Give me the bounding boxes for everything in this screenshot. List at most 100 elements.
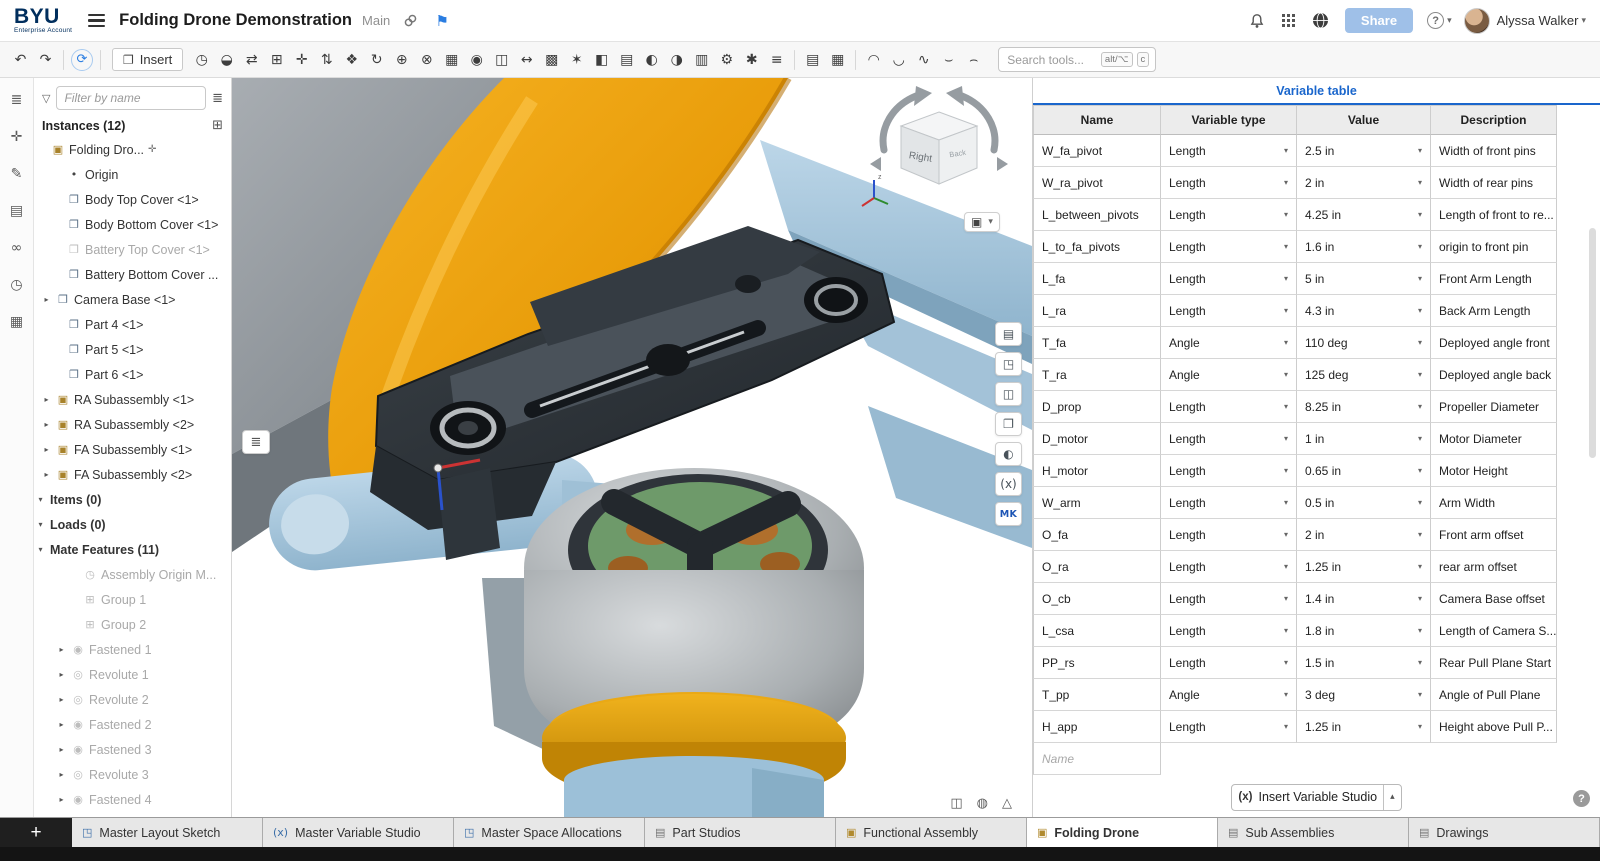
variable-tool-icon[interactable]: (x) — [995, 472, 1022, 496]
type-dropdown-caret-icon[interactable]: ▾ — [1284, 466, 1288, 475]
notes-icon[interactable]: ▤ — [800, 47, 825, 73]
link-icon[interactable] — [398, 9, 422, 33]
list-view-icon[interactable]: ≣ — [212, 91, 223, 106]
tree-chevron-icon[interactable]: ▸ — [41, 445, 52, 454]
tree-item[interactable]: ▸ ◎ Revolute 3 — [34, 762, 231, 787]
tangent-mate-icon[interactable]: ❖ — [339, 47, 364, 73]
parts-list-tool-icon[interactable]: ◳ — [995, 352, 1022, 376]
variable-value-cell[interactable]: 1.8 in ▾ — [1297, 615, 1431, 647]
tree-chevron-icon[interactable]: ▾ — [35, 545, 46, 554]
variable-name-cell[interactable]: W_arm — [1033, 487, 1161, 519]
variable-name-cell[interactable]: D_prop — [1033, 391, 1161, 423]
tree-chevron-icon[interactable]: ▸ — [56, 670, 67, 679]
variable-description-cell[interactable]: Motor Height — [1431, 455, 1557, 487]
variable-name-cell[interactable]: D_motor — [1033, 423, 1161, 455]
type-dropdown-caret-icon[interactable]: ▾ — [1284, 274, 1288, 283]
tree-item[interactable]: ▸ ◎ Revolute 2 — [34, 687, 231, 712]
variable-description-cell[interactable]: Length of Camera S... — [1431, 615, 1557, 647]
document-tab[interactable]: (x) Master Variable Studio — [263, 818, 454, 847]
variable-value-cell[interactable]: 2 in ▾ — [1297, 519, 1431, 551]
tree-item[interactable]: ❐ Part 4 <1> — [34, 312, 231, 337]
variable-description-cell[interactable]: origin to front pin — [1431, 231, 1557, 263]
type-dropdown-caret-icon[interactable]: ▾ — [1284, 178, 1288, 187]
variable-type-cell[interactable]: Length ▾ — [1161, 263, 1297, 295]
value-dropdown-caret-icon[interactable]: ▾ — [1418, 722, 1422, 731]
variable-type-cell[interactable]: Length ▾ — [1161, 167, 1297, 199]
value-dropdown-caret-icon[interactable]: ▾ — [1418, 626, 1422, 635]
variable-type-cell[interactable]: Length ▾ — [1161, 423, 1297, 455]
variable-value-cell[interactable]: 2 in ▾ — [1297, 167, 1431, 199]
explode-icon[interactable]: ✶ — [564, 47, 589, 73]
variable-name-cell[interactable]: H_app — [1033, 711, 1161, 743]
help-icon[interactable]: ? — [1427, 12, 1445, 29]
tree-chevron-icon[interactable]: ▸ — [41, 395, 52, 404]
search-tools-box[interactable]: alt/⌥ c — [998, 47, 1157, 72]
frame-icon[interactable]: ≡ — [764, 47, 789, 73]
variable-value-cell[interactable]: 1.6 in ▾ — [1297, 231, 1431, 263]
feature-list-panel-icon[interactable]: ▤ — [5, 199, 29, 223]
variable-name-cell[interactable]: L_to_fa_pivots — [1033, 231, 1161, 263]
variable-value-cell[interactable]: 3 deg ▾ — [1297, 679, 1431, 711]
named-positions-icon[interactable]: ◷ — [189, 47, 214, 73]
search-tools-input[interactable] — [1005, 51, 1097, 68]
variable-name-cell[interactable]: O_fa — [1033, 519, 1161, 551]
sheet-tool-icon[interactable]: ▤ — [995, 322, 1022, 346]
variable-name-cell[interactable]: T_pp — [1033, 679, 1161, 711]
type-dropdown-caret-icon[interactable]: ▾ — [1284, 562, 1288, 571]
variable-description-cell[interactable]: Width of rear pins — [1431, 167, 1557, 199]
variable-value-cell[interactable]: 1 in ▾ — [1297, 423, 1431, 455]
mate-panel-icon[interactable]: ✛ — [5, 125, 29, 149]
variable-value-cell[interactable]: 5 in ▾ — [1297, 263, 1431, 295]
tree-chevron-icon[interactable]: ▸ — [41, 295, 52, 304]
surface-wave-icon[interactable]: ∿ — [911, 47, 936, 73]
tree-chevron-icon[interactable]: ▸ — [56, 745, 67, 754]
variable-description-cell[interactable]: Deployed angle front — [1431, 327, 1557, 359]
appearance-tool-icon[interactable]: ◐ — [995, 442, 1022, 466]
notifications-bell-icon[interactable] — [1245, 9, 1269, 33]
apps-grid-icon[interactable] — [1277, 9, 1301, 33]
variable-name-cell[interactable]: L_csa — [1033, 615, 1161, 647]
value-dropdown-caret-icon[interactable]: ▾ — [1418, 146, 1422, 155]
value-dropdown-caret-icon[interactable]: ▾ — [1418, 434, 1422, 443]
tree-chevron-icon[interactable]: ▸ — [56, 720, 67, 729]
value-dropdown-caret-icon[interactable]: ▾ — [1418, 338, 1422, 347]
sync-icon[interactable]: ⟳ — [71, 48, 93, 71]
variable-name-cell[interactable]: O_cb — [1033, 583, 1161, 615]
table-help-icon[interactable]: ? — [1573, 790, 1590, 807]
tree-item[interactable]: ▸ ❐ Camera Base <1> — [34, 287, 231, 312]
brushless-motor[interactable] — [524, 468, 864, 817]
variable-value-cell[interactable]: 0.5 in ▾ — [1297, 487, 1431, 519]
variable-value-cell[interactable]: 0.65 in ▾ — [1297, 455, 1431, 487]
comments-panel-icon[interactable]: ✎ — [5, 162, 29, 186]
simulation-icon[interactable]: ✱ — [739, 47, 764, 73]
tree-item[interactable]: ▾ Mate Features (11) — [34, 537, 231, 562]
type-dropdown-caret-icon[interactable]: ▾ — [1284, 658, 1288, 667]
variable-value-cell[interactable]: 1.4 in ▾ — [1297, 583, 1431, 615]
revolute-tool-icon[interactable]: ↻ — [364, 47, 389, 73]
appearance-icon[interactable]: ◐ — [639, 47, 664, 73]
type-dropdown-caret-icon[interactable]: ▾ — [1284, 498, 1288, 507]
avatar[interactable] — [1463, 7, 1490, 34]
history-panel-icon[interactable]: ◷ — [5, 273, 29, 297]
measure-icon[interactable]: ↔ — [514, 47, 539, 73]
link-tool-icon[interactable]: ◫ — [995, 382, 1022, 406]
snapshot-icon[interactable]: ◫ — [950, 796, 962, 811]
viewport-3d[interactable]: Right Back z ▣ ▾ ▤ ◳ ◫ ❐ ◐ (x) MK ≣ ◫ ◍ … — [232, 78, 1032, 817]
variable-value-cell[interactable]: 1.5 in ▾ — [1297, 647, 1431, 679]
variable-name-cell[interactable]: L_fa — [1033, 263, 1161, 295]
structure-panel-icon[interactable]: ≣ — [5, 88, 29, 112]
tree-item[interactable]: ❐ Part 6 <1> — [34, 362, 231, 387]
variable-description-cell[interactable]: Angle of Pull Plane — [1431, 679, 1557, 711]
view-options-button[interactable]: ▣ ▾ — [964, 212, 1000, 232]
insert-variable-studio-button[interactable]: (x) Insert Variable Studio ▴ — [1231, 783, 1402, 811]
tree-item[interactable]: ▾ Loads (0) — [34, 512, 231, 537]
workspace-label[interactable]: Main — [362, 13, 390, 28]
drawing-tool-icon[interactable]: ❐ — [995, 412, 1022, 436]
variable-name-cell[interactable]: W_ra_pivot — [1033, 167, 1161, 199]
tree-chevron-icon[interactable]: ▸ — [41, 470, 52, 479]
value-dropdown-caret-icon[interactable]: ▾ — [1418, 690, 1422, 699]
variable-type-cell[interactable]: Angle ▾ — [1161, 679, 1297, 711]
scale-icon[interactable]: △ — [1002, 796, 1012, 811]
variable-name-cell[interactable]: L_between_pivots — [1033, 199, 1161, 231]
hidden-instances-button[interactable]: ≣ — [242, 430, 270, 454]
